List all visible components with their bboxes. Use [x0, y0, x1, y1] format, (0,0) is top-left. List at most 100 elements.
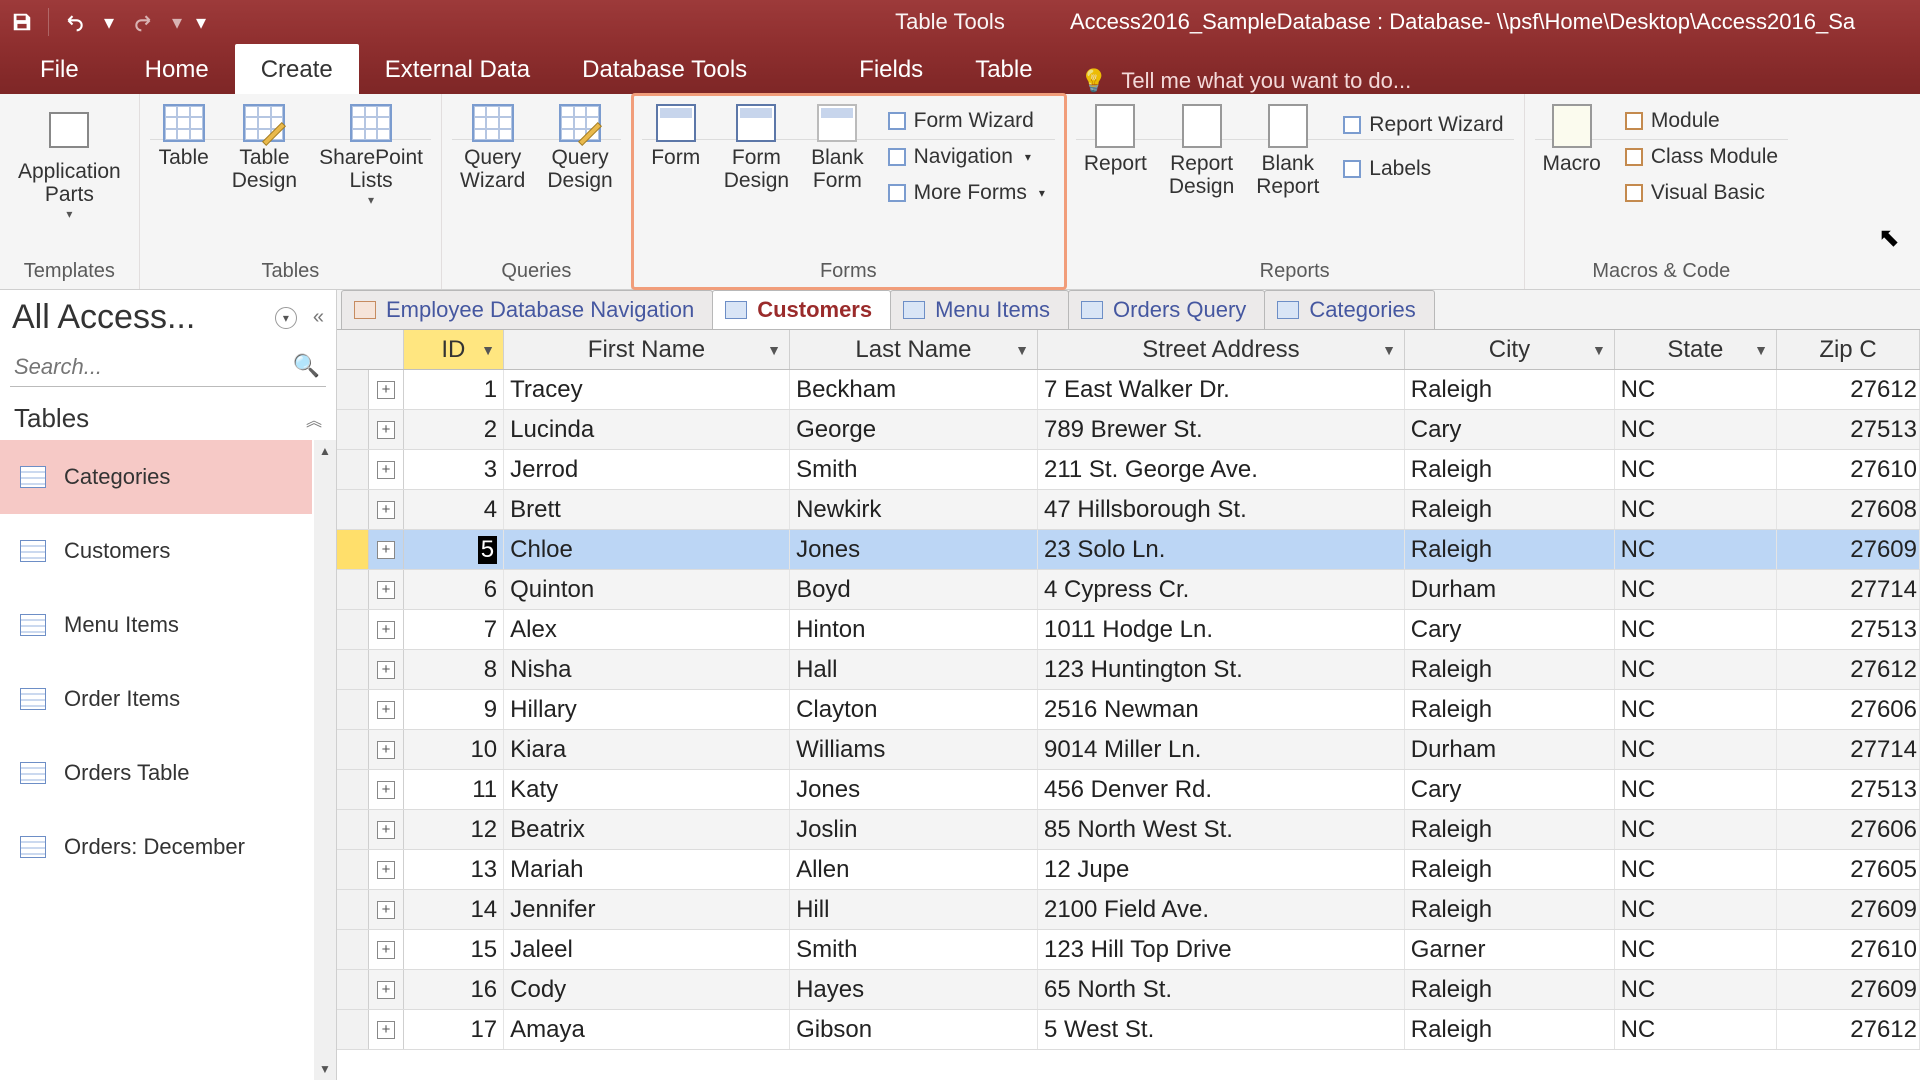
- row-selector[interactable]: [337, 610, 369, 649]
- cell-street-address[interactable]: 47 Hillsborough St.: [1038, 490, 1405, 529]
- cell-id[interactable]: 1: [404, 370, 504, 409]
- expand-button[interactable]: +: [369, 450, 403, 489]
- application-parts-button[interactable]: Application Parts: [10, 100, 129, 225]
- expand-button[interactable]: +: [369, 610, 403, 649]
- cell-street-address[interactable]: 123 Huntington St.: [1038, 650, 1405, 689]
- column-city[interactable]: City▼: [1405, 330, 1615, 369]
- cell-id[interactable]: 16: [404, 970, 504, 1009]
- sharepoint-lists-button[interactable]: SharePoint Lists: [311, 100, 431, 139]
- cell-last-name[interactable]: Allen: [790, 850, 1038, 889]
- cell-first-name[interactable]: Jennifer: [504, 890, 790, 929]
- cell-state[interactable]: NC: [1615, 770, 1777, 809]
- cell-last-name[interactable]: Joslin: [790, 810, 1038, 849]
- table-row[interactable]: +17AmayaGibson5 West St.RaleighNC27612: [337, 1010, 1920, 1050]
- cell-city[interactable]: Durham: [1405, 570, 1615, 609]
- cell-zip[interactable]: 27610: [1777, 450, 1920, 489]
- cell-last-name[interactable]: Newkirk: [790, 490, 1038, 529]
- cell-city[interactable]: Raleigh: [1405, 970, 1615, 1009]
- cell-city[interactable]: Raleigh: [1405, 890, 1615, 929]
- expand-button[interactable]: +: [369, 730, 403, 769]
- cell-first-name[interactable]: Lucinda: [504, 410, 790, 449]
- report-design-button[interactable]: Report Design: [1161, 100, 1242, 139]
- cell-id[interactable]: 13: [404, 850, 504, 889]
- cell-city[interactable]: Raleigh: [1405, 810, 1615, 849]
- cell-first-name[interactable]: Nisha: [504, 650, 790, 689]
- cell-street-address[interactable]: 5 West St.: [1038, 1010, 1405, 1049]
- select-all-corner[interactable]: [337, 330, 404, 369]
- nav-item[interactable]: Customers: [0, 514, 312, 588]
- cell-street-address[interactable]: 9014 Miller Ln.: [1038, 730, 1405, 769]
- cell-id[interactable]: 11: [404, 770, 504, 809]
- cell-id[interactable]: 12: [404, 810, 504, 849]
- cell-zip[interactable]: 27606: [1777, 690, 1920, 729]
- macro-button[interactable]: Macro: [1535, 100, 1609, 139]
- cell-city[interactable]: Raleigh: [1405, 450, 1615, 489]
- cell-city[interactable]: Garner: [1405, 930, 1615, 969]
- cell-id[interactable]: 2: [404, 410, 504, 449]
- nav-item[interactable]: Orders Table: [0, 736, 312, 810]
- tab-fields[interactable]: Fields: [833, 44, 949, 94]
- cell-last-name[interactable]: George: [790, 410, 1038, 449]
- cell-street-address[interactable]: 12 Jupe: [1038, 850, 1405, 889]
- cell-first-name[interactable]: Beatrix: [504, 810, 790, 849]
- nav-item[interactable]: Categories: [0, 440, 312, 514]
- cell-id[interactable]: 15: [404, 930, 504, 969]
- row-selector[interactable]: [337, 490, 369, 529]
- table-row[interactable]: +2LucindaGeorge789 Brewer St.CaryNC27513: [337, 410, 1920, 450]
- cell-state[interactable]: NC: [1615, 930, 1777, 969]
- row-selector[interactable]: [337, 850, 369, 889]
- cell-last-name[interactable]: Beckham: [790, 370, 1038, 409]
- cell-id[interactable]: 9: [404, 690, 504, 729]
- cell-street-address[interactable]: 23 Solo Ln.: [1038, 530, 1405, 569]
- tab-external-data[interactable]: External Data: [359, 44, 556, 94]
- cell-first-name[interactable]: Jaleel: [504, 930, 790, 969]
- query-design-button[interactable]: Query Design: [539, 100, 620, 139]
- cell-id[interactable]: 5: [404, 530, 504, 569]
- module-button[interactable]: Module: [1615, 106, 1788, 136]
- column-first-name[interactable]: First Name▼: [504, 330, 790, 369]
- cell-zip[interactable]: 27612: [1777, 650, 1920, 689]
- row-selector[interactable]: [337, 770, 369, 809]
- tab-home[interactable]: Home: [119, 44, 235, 94]
- row-selector[interactable]: [337, 650, 369, 689]
- table-row[interactable]: +7AlexHinton1011 Hodge Ln.CaryNC27513: [337, 610, 1920, 650]
- cell-id[interactable]: 10: [404, 730, 504, 769]
- nav-item[interactable]: Order Items: [0, 662, 312, 736]
- cell-id[interactable]: 3: [404, 450, 504, 489]
- visual-basic-button[interactable]: Visual Basic: [1615, 178, 1788, 208]
- cell-street-address[interactable]: 65 North St.: [1038, 970, 1405, 1009]
- cell-zip[interactable]: 27612: [1777, 1010, 1920, 1049]
- cell-city[interactable]: Raleigh: [1405, 490, 1615, 529]
- table-design-button[interactable]: Table Design: [224, 100, 305, 139]
- navigation-button[interactable]: Navigation▾: [878, 142, 1055, 172]
- cell-zip[interactable]: 27714: [1777, 730, 1920, 769]
- cell-zip[interactable]: 27513: [1777, 770, 1920, 809]
- expand-button[interactable]: +: [369, 410, 403, 449]
- table-row[interactable]: +15JaleelSmith123 Hill Top DriveGarnerNC…: [337, 930, 1920, 970]
- more-forms-button[interactable]: More Forms▾: [878, 178, 1055, 208]
- table-row[interactable]: +5ChloeJones23 Solo Ln.RaleighNC27609: [337, 530, 1920, 570]
- cell-last-name[interactable]: Jones: [790, 770, 1038, 809]
- row-selector[interactable]: [337, 410, 369, 449]
- blank-report-button[interactable]: Blank Report: [1248, 100, 1327, 139]
- redo-dropdown[interactable]: ▾: [165, 0, 189, 44]
- cell-first-name[interactable]: Mariah: [504, 850, 790, 889]
- nav-collapse-button[interactable]: «: [313, 306, 324, 329]
- row-selector[interactable]: [337, 810, 369, 849]
- expand-button[interactable]: +: [369, 850, 403, 889]
- cell-zip[interactable]: 27609: [1777, 890, 1920, 929]
- expand-button[interactable]: +: [369, 370, 403, 409]
- table-row[interactable]: +8NishaHall123 Huntington St.RaleighNC27…: [337, 650, 1920, 690]
- tab-database-tools[interactable]: Database Tools: [556, 44, 773, 94]
- cell-first-name[interactable]: Alex: [504, 610, 790, 649]
- cell-state[interactable]: NC: [1615, 570, 1777, 609]
- expand-button[interactable]: +: [369, 490, 403, 529]
- expand-button[interactable]: +: [369, 890, 403, 929]
- cell-state[interactable]: NC: [1615, 850, 1777, 889]
- cell-zip[interactable]: 27612: [1777, 370, 1920, 409]
- document-tab[interactable]: Menu Items: [890, 290, 1069, 329]
- cell-state[interactable]: NC: [1615, 810, 1777, 849]
- expand-button[interactable]: +: [369, 930, 403, 969]
- qat-customize[interactable]: ▾: [189, 0, 213, 44]
- table-row[interactable]: +16CodyHayes65 North St.RaleighNC27609: [337, 970, 1920, 1010]
